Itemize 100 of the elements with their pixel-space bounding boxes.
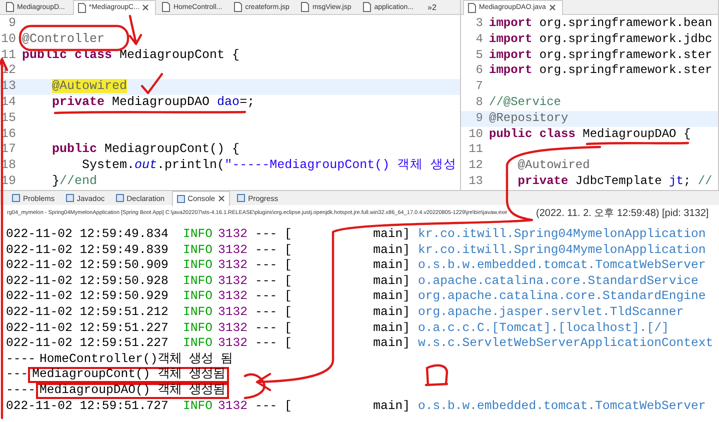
line-number: 5 <box>474 48 484 64</box>
code-text: @Autowired <box>516 158 590 174</box>
logger-name: o.s.b.w.embedded.tomcat.TomcatWebServer <box>418 258 706 274</box>
log-time: 022-11-02 12:59:51.227 <box>6 336 170 352</box>
log-time: 022-11-02 12:59:51.727 <box>6 398 170 414</box>
log-separator: --- [ <box>255 258 293 274</box>
logger-name: kr.co.itwill.Spring04MymelonApplication <box>418 227 706 243</box>
logger-name: o.a.c.c.C.[Tomcat].[localhost].[/] <box>418 320 669 336</box>
line-number: 10 <box>0 32 17 48</box>
process-id: 3132 <box>218 336 249 352</box>
logger-name: org.apache.catalina.core.StandardEngine <box>418 289 706 305</box>
close-icon[interactable] <box>218 195 226 202</box>
line-number: 3 <box>474 16 484 32</box>
code-text: import org.springframework.jdbc <box>489 32 712 48</box>
log-level: INFO <box>183 398 214 414</box>
code-text: private MediagroupDAO dao=; <box>51 94 255 111</box>
process-id: 3132 <box>218 304 249 321</box>
output-prefix: ---- <box>6 382 36 399</box>
file-icon <box>468 2 476 12</box>
logger-name: o.apache.catalina.core.StandardService <box>418 274 698 290</box>
line-number: 13 <box>468 174 484 190</box>
thread-name: main] <box>372 398 410 414</box>
log-time: 022-11-02 12:59:51.227 <box>6 320 170 336</box>
line-number: 10 <box>468 126 484 142</box>
line-number: 4 <box>474 32 484 48</box>
code-text: //@Service <box>489 94 562 111</box>
log-level: INFO <box>183 258 214 274</box>
process-id: 3132 <box>218 320 249 336</box>
log-level: INFO <box>183 274 214 290</box>
line-number: 6 <box>474 63 484 80</box>
thread-name: main] <box>372 304 410 321</box>
code-text: private JdbcTemplate jt; // <box>516 174 712 190</box>
file-icon <box>234 2 242 12</box>
logger-name: o.s.b.w.embedded.tomcat.TomcatWebServer <box>418 398 706 414</box>
process-id: 3132 <box>218 227 249 243</box>
view-icon <box>66 194 74 202</box>
thread-name: main] <box>372 242 410 258</box>
close-icon[interactable] <box>142 4 150 11</box>
view-icon <box>12 194 20 202</box>
log-separator: --- [ <box>255 304 293 321</box>
log-level: INFO <box>183 242 214 258</box>
thread-name: main] <box>372 336 410 352</box>
log-separator: --- [ <box>255 274 293 290</box>
close-icon[interactable] <box>548 4 556 11</box>
view-icon <box>116 194 124 202</box>
code-text: import org.springframework.ster <box>489 63 712 80</box>
log-time: 022-11-02 12:59:50.929 <box>6 289 170 305</box>
file-icon <box>162 2 170 12</box>
logger-name: kr.co.itwill.Spring04MymelonApplication <box>418 242 706 258</box>
log-separator: --- [ <box>255 289 293 305</box>
console-output: MediagroupCont() 객체 생성됨 <box>28 367 229 383</box>
file-icon <box>78 2 86 12</box>
line-number: 9 <box>7 16 17 32</box>
log-time: 022-11-02 12:59:50.909 <box>6 258 170 274</box>
code-text: public class MediagroupDAO { <box>489 126 691 142</box>
thread-name: main] <box>372 274 410 290</box>
code-text: import org.springframework.ster <box>489 48 712 64</box>
log-separator: --- [ <box>255 320 293 336</box>
logger-name: w.s.c.ServletWebServerApplicationContext <box>418 336 714 352</box>
line-number: 11 <box>468 142 484 158</box>
log-separator: --- [ <box>255 242 293 258</box>
code-text: @Controller <box>22 32 105 48</box>
log-separator: --- [ <box>255 227 293 243</box>
output-prefix: ---- <box>6 352 36 368</box>
process-id: 3132 <box>218 398 249 414</box>
thread-name: main] <box>372 227 410 243</box>
thread-name: main] <box>372 320 410 336</box>
log-level: INFO <box>183 304 214 321</box>
logger-name: org.apache.jasper.servlet.TldScanner <box>418 304 684 321</box>
log-level: INFO <box>183 336 214 352</box>
line-number: 8 <box>474 94 484 111</box>
console-output: MediagroupDAO() 객체 생성됨 <box>36 382 229 399</box>
code-text: @Repository <box>489 110 568 127</box>
log-time: 022-11-02 12:59:49.834 <box>6 227 170 243</box>
log-level: INFO <box>183 289 214 305</box>
code-text: }//end <box>51 174 98 190</box>
code-text: @Autowired <box>51 79 128 95</box>
line-number: 12 <box>468 158 484 174</box>
view-icon <box>237 194 246 202</box>
log-separator: --- [ <box>255 336 293 352</box>
pen-arrow <box>128 14 142 46</box>
hidden-tabs-count[interactable]: »2 <box>428 2 436 12</box>
line-number: 9 <box>474 110 484 127</box>
thread-name: main] <box>372 289 410 305</box>
file-icon <box>363 2 372 12</box>
output-prefix: --- <box>6 367 28 383</box>
process-id: 3132 <box>218 242 249 258</box>
pen-scribble <box>424 364 448 386</box>
thread-name: main] <box>372 258 410 274</box>
file-icon <box>301 2 310 12</box>
code-text: System.out.println("-----MediagroupCont() 객체 생성 <box>81 158 457 174</box>
pen-check-mark <box>140 72 164 94</box>
log-level: INFO <box>183 320 214 336</box>
log-time: 022-11-02 12:59:50.928 <box>6 274 170 290</box>
log-time: 022-11-02 12:59:49.839 <box>6 242 170 258</box>
log-separator: --- [ <box>255 398 293 414</box>
log-time: 022-11-02 12:59:51.212 <box>6 304 170 321</box>
file-icon <box>6 2 14 12</box>
view-icon <box>176 194 185 202</box>
process-id: 3132 <box>218 274 249 290</box>
